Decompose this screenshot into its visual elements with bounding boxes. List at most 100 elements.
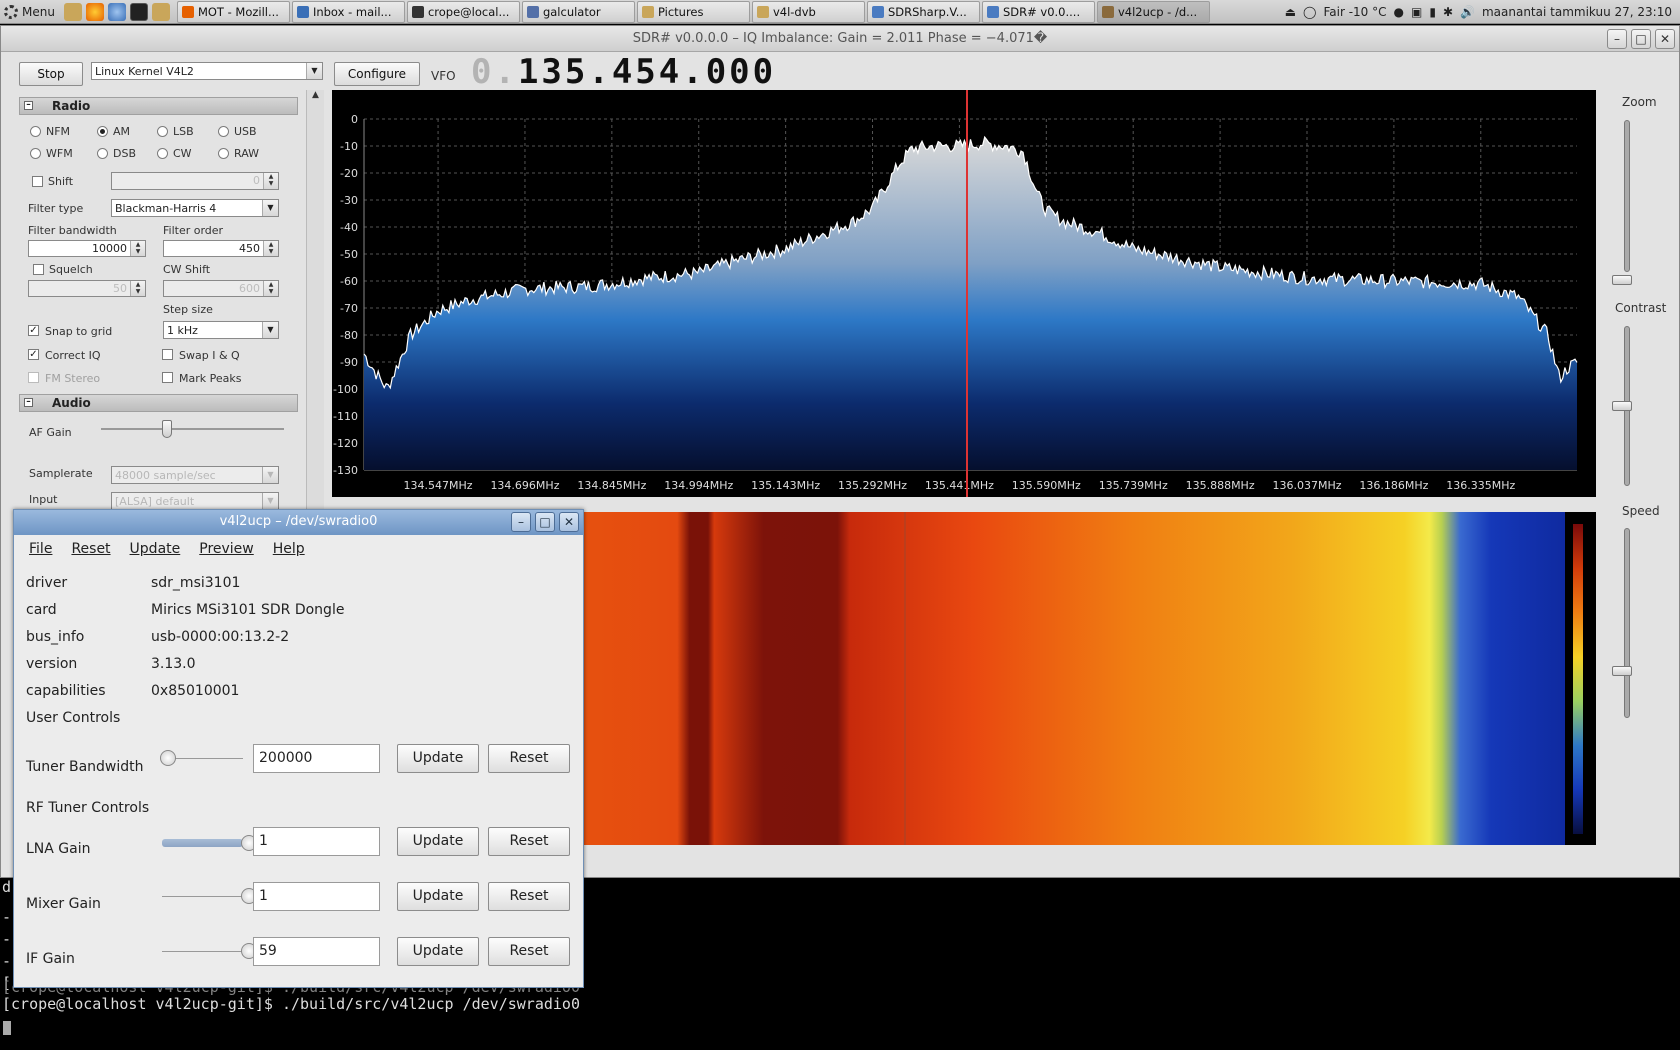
mail-launcher-icon[interactable]: [107, 2, 126, 21]
mode-dsb-radio[interactable]: [97, 148, 108, 159]
files-launcher-icon[interactable]: [63, 2, 82, 21]
user-icon[interactable]: ●: [1394, 5, 1404, 19]
menu-file[interactable]: File: [29, 541, 52, 557]
mode-nfm-radio[interactable]: [30, 126, 41, 137]
mark-peaks-checkbox[interactable]: [162, 372, 173, 383]
stop-button[interactable]: Stop: [19, 62, 83, 86]
taskbar-task[interactable]: MOT - Mozill...: [176, 0, 290, 23]
bluetooth-icon[interactable]: ✱: [1443, 5, 1453, 19]
mixer-gain-update-button[interactable]: Update: [397, 882, 479, 911]
squelch-label: Squelch: [49, 263, 93, 276]
tuner-bandwidth-update-button[interactable]: Update: [397, 744, 479, 773]
taskbar-task[interactable]: Pictures: [636, 0, 750, 23]
menu-reset[interactable]: Reset: [71, 541, 110, 557]
if-gain-reset-button[interactable]: Reset: [488, 937, 570, 966]
taskbar-task[interactable]: SDR# v0.0....: [981, 0, 1095, 23]
taskbar-task[interactable]: SDRSharp.V...: [866, 0, 980, 23]
mixer-gain-reset-button[interactable]: Reset: [488, 882, 570, 911]
mixer-gain-field[interactable]: 1: [253, 882, 380, 911]
maximize-icon[interactable]: □: [535, 512, 555, 532]
taskbar-task[interactable]: Inbox - mail...: [291, 0, 405, 23]
battery-icon[interactable]: ▮: [1429, 5, 1436, 19]
swap-iq-checkbox[interactable]: [162, 349, 173, 360]
tuner-bandwidth-slider[interactable]: [160, 750, 176, 766]
correct-iq-checkbox[interactable]: ✓: [28, 349, 39, 360]
mode-am-radio[interactable]: [97, 126, 108, 137]
zoom-slider-track[interactable]: [1624, 120, 1630, 272]
close-icon[interactable]: ✕: [559, 512, 579, 532]
filter-bandwidth-spinbox[interactable]: 10000 ▲ ▼: [28, 240, 146, 257]
taskbar-task[interactable]: crope@local...: [406, 0, 520, 23]
taskbar-task[interactable]: galculator: [521, 0, 635, 23]
x-tick-label: 135.441MHz: [925, 479, 994, 492]
mode-cw-radio[interactable]: [157, 148, 168, 159]
snap-to-grid-checkbox[interactable]: ✓: [28, 325, 39, 336]
network-icon[interactable]: ▣: [1411, 5, 1422, 19]
audio-section-header[interactable]: – Audio: [19, 394, 298, 412]
mode-raw-radio[interactable]: [218, 148, 229, 159]
spectrum-chart[interactable]: 0 -10 -20 -30 -40 -50 -60 -70 -80 -90 -100 -110 -120…: [332, 90, 1596, 497]
mixer-gain-track[interactable]: [162, 896, 243, 897]
squelch-checkbox[interactable]: [33, 264, 44, 275]
vfo-frequency[interactable]: 0.135.454.000: [471, 52, 776, 92]
tuner-bandwidth-reset-button[interactable]: Reset: [488, 744, 570, 773]
step-size-select[interactable]: 1 kHz ▼: [163, 321, 279, 339]
lna-gain-reset-button[interactable]: Reset: [488, 827, 570, 856]
shift-checkbox[interactable]: [32, 176, 43, 187]
taskbar-task[interactable]: v4l2ucp - /d...: [1096, 0, 1210, 23]
app-icon: [871, 5, 884, 18]
contrast-slider-thumb[interactable]: [1612, 401, 1632, 411]
scroll-up-icon[interactable]: ▲: [307, 90, 324, 100]
fm-stereo-checkbox[interactable]: [28, 372, 39, 383]
v4l2ucp-titlebar[interactable]: v4l2ucp – /dev/swradio0 – □ ✕: [14, 510, 583, 535]
af-gain-slider[interactable]: [162, 420, 172, 438]
shift-spinbox[interactable]: 0 ▲ ▼: [111, 172, 279, 190]
panel-scrollbar[interactable]: ▲: [306, 90, 324, 550]
tuner-bandwidth-field[interactable]: 200000: [253, 744, 380, 773]
zoom-slider-thumb[interactable]: [1612, 275, 1632, 285]
filter-type-select[interactable]: Blackman-Harris 4 ▼: [111, 199, 279, 217]
samplerate-select[interactable]: 48000 sample/sec ▼: [111, 466, 279, 484]
minimize-icon[interactable]: –: [511, 512, 531, 532]
y-tick-label: 0: [351, 113, 358, 126]
filter-order-spinbox[interactable]: 450 ▲ ▼: [163, 240, 279, 257]
mode-usb-radio[interactable]: [218, 126, 229, 137]
clock[interactable]: maanantai tammikuu 27, 23:10: [1482, 5, 1672, 19]
configure-button[interactable]: Configure: [334, 62, 420, 86]
squelch-spinbox[interactable]: 50 ▲ ▼: [28, 280, 146, 297]
volume-icon[interactable]: 🔊: [1460, 5, 1475, 19]
sdr-titlebar[interactable]: SDR# v0.0.0.0 – IQ Imbalance: Gain = 2.0…: [1, 26, 1679, 52]
lna-gain-update-button[interactable]: Update: [397, 827, 479, 856]
if-gain-field[interactable]: 59: [253, 937, 380, 966]
lna-gain-track[interactable]: [162, 839, 243, 847]
if-gain-track[interactable]: [162, 951, 243, 952]
menu-update[interactable]: Update: [130, 541, 181, 557]
eject-icon[interactable]: ⏏: [1285, 5, 1296, 19]
input-select[interactable]: [ALSA] default ▼: [111, 492, 279, 510]
maximize-icon[interactable]: □: [1631, 29, 1651, 49]
taskbar-task[interactable]: v4l-dvb: [751, 0, 865, 23]
y-tick-label: -60: [340, 275, 358, 288]
source-select[interactable]: Linux Kernel V4L2 ▼: [91, 62, 323, 80]
speed-slider-thumb[interactable]: [1612, 666, 1632, 676]
menu-preview[interactable]: Preview: [199, 541, 254, 557]
lna-gain-field[interactable]: 1: [253, 827, 380, 856]
terminal-launcher-icon[interactable]: [129, 2, 148, 21]
speed-slider-track[interactable]: [1624, 528, 1630, 718]
folder-launcher-icon[interactable]: [151, 2, 170, 21]
cw-shift-spinbox[interactable]: 600 ▲ ▼: [163, 280, 279, 297]
vfo-label: VFO: [431, 69, 456, 83]
menu-button[interactable]: Menu: [2, 4, 61, 19]
if-gain-update-button[interactable]: Update: [397, 937, 479, 966]
close-icon[interactable]: ✕: [1655, 29, 1675, 49]
rf-tuner-heading: RF Tuner Controls: [26, 800, 150, 816]
mode-wfm-radio[interactable]: [30, 148, 41, 159]
x-tick-label: 135.143MHz: [751, 479, 820, 492]
minimize-icon[interactable]: –: [1607, 29, 1627, 49]
menu-help[interactable]: Help: [273, 541, 305, 557]
radio-section-header[interactable]: – Radio: [19, 97, 298, 115]
mode-raw-label: RAW: [234, 147, 259, 160]
firefox-launcher-icon[interactable]: [85, 2, 104, 21]
af-gain-track[interactable]: [101, 428, 284, 430]
mode-lsb-radio[interactable]: [157, 126, 168, 137]
